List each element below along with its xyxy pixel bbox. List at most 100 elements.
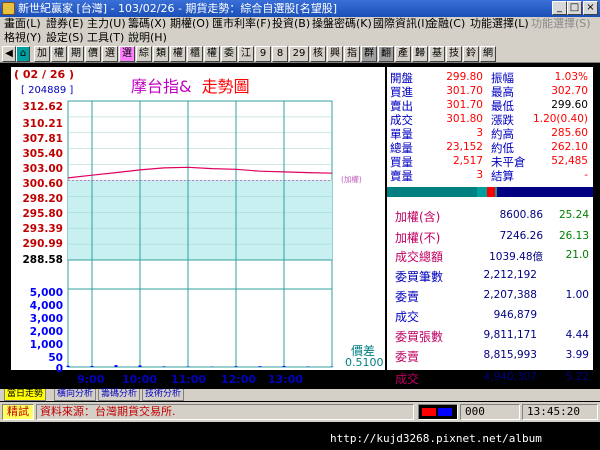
home-icon[interactable]: ⌂ (16, 46, 30, 62)
quote-value: 1.03% (554, 71, 588, 83)
signal-indicator (418, 404, 458, 420)
close-button[interactable]: × (583, 1, 598, 15)
toolbar-button-24[interactable]: 技 (446, 46, 462, 62)
order-label: 委買張數 (395, 330, 444, 344)
index-value: 1039.48億 (489, 251, 543, 263)
menu-bar: 畫面(L) 證券(E) 主力(U) 籌碼(X) 期權(O) 匯市利率(F) 投資… (0, 17, 600, 45)
price-tick: 298.20 (22, 193, 63, 205)
chart-panel: ( 02 / 26 ) [ 204889 ] 摩台指& 走勢圖 (加權) 312… (11, 67, 385, 375)
quote-value: 301.80 (446, 113, 483, 125)
index-change: 25.24 (558, 209, 589, 221)
order-value: 8,815,993 (483, 349, 537, 361)
menu-tools[interactable]: 工具(T) (87, 31, 124, 45)
volume-tick: 3,000 (29, 313, 63, 325)
menu-format[interactable]: 格視(Y) (4, 31, 41, 45)
menu-international[interactable]: 國際資訊(I) (373, 17, 429, 31)
order-value: 4,940,307 (483, 371, 537, 383)
minimize-button[interactable]: _ (552, 1, 567, 15)
signal-blue (438, 408, 452, 416)
volume-tick: 1,000 (29, 339, 63, 351)
toolbar-button-26[interactable]: 網 (480, 46, 496, 62)
toolbar-button-4[interactable]: 選 (102, 46, 118, 62)
menu-help[interactable]: 說明(H) (128, 31, 167, 45)
quote-value: 302.70 (551, 85, 588, 97)
toolbar-button-23[interactable]: 基 (429, 46, 445, 62)
menu-settings[interactable]: 設定(S) (46, 31, 84, 45)
menu-screen[interactable]: 畫面(L) (4, 17, 41, 31)
toolbar-button-11[interactable]: 委 (221, 46, 237, 62)
reference-fill (68, 180, 332, 260)
quote-value: 301.70 (446, 85, 483, 97)
quote-value: 52,485 (551, 155, 588, 167)
quote-value: 3 (476, 169, 483, 181)
record-count: 000 (460, 404, 520, 420)
price-tick: 307.81 (22, 133, 63, 145)
quote-value: - (584, 169, 588, 181)
toolbar-button-21[interactable]: 產 (395, 46, 411, 62)
menu-options[interactable]: 期權(O) (170, 17, 209, 31)
chart-title: 摩台指& 走勢圖 (131, 73, 250, 97)
index-label: 成交總額 (395, 250, 444, 264)
tab-intraday[interactable]: 當日走勢 (4, 389, 47, 401)
order-ratio: 1.00 (565, 289, 589, 301)
toolbar-button-8[interactable]: 權 (170, 46, 186, 62)
menu-forex[interactable]: 匯市利率(F) (212, 17, 271, 31)
menu-securities[interactable]: 證券(E) (46, 17, 84, 31)
toolbar-button-2[interactable]: 期 (68, 46, 84, 62)
menu-finance[interactable]: 金融(C) (427, 17, 465, 31)
volume-bar (234, 366, 238, 367)
tab-technical[interactable]: 技術分析 (142, 389, 185, 401)
toolbar-button-6[interactable]: 綜 (136, 46, 152, 62)
quote-value: 299.60 (551, 99, 588, 111)
toolbar-button-3[interactable]: 價 (85, 46, 101, 62)
menu-trading-code[interactable]: 操盤密碼(K) (312, 17, 372, 31)
toolbar-button-1[interactable]: 權 (51, 46, 67, 62)
toolbar-button-13[interactable]: 9 (255, 46, 271, 62)
toolbar-button-25[interactable]: 鈴 (463, 46, 479, 62)
toolbar-button-17[interactable]: 興 (327, 46, 343, 62)
toolbar: ◀ ⌂ 加 權 期 價 選 選 綜 類 權 櫃 權 委 江 9 8 29 核 興… (0, 45, 600, 63)
toolbar-button-5[interactable]: 選 (119, 46, 135, 62)
menu-function-l[interactable]: 功能選擇(L) (470, 17, 529, 31)
toolbar-button-19[interactable]: 群 (361, 46, 377, 62)
toolbar-button-9[interactable]: 櫃 (187, 46, 203, 62)
chart-date: ( 02 / 26 ) (14, 68, 75, 81)
toolbar-button-15[interactable]: 29 (289, 46, 309, 62)
quote-value: 2,517 (452, 155, 483, 167)
volume-bar (162, 366, 166, 367)
menu-function-s[interactable]: 功能選擇(S) (531, 17, 591, 31)
price-tick: 305.40 (22, 148, 63, 160)
toolbar-button-14[interactable]: 8 (272, 46, 288, 62)
toolbar-button-18[interactable]: 指 (344, 46, 360, 62)
order-ratio: 5.22 (565, 371, 589, 383)
menu-chips[interactable]: 籌碼(X) (128, 17, 166, 31)
quote-value: 285.60 (551, 127, 588, 139)
toolbar-arrow-icon[interactable]: ◀ (2, 46, 16, 62)
toolbar-button-20[interactable]: 翻 (378, 46, 394, 62)
volume-bar (258, 366, 262, 367)
tab-horizontal[interactable]: 橫向分析 (54, 389, 97, 401)
toolbar-button-16[interactable]: 核 (310, 46, 326, 62)
app-icon (2, 2, 15, 15)
signal-red (422, 408, 436, 416)
toolbar-button-0[interactable]: 加 (34, 46, 50, 62)
time-tick: 11:00 (171, 373, 207, 386)
order-ratio: 3.99 (565, 349, 589, 361)
tab-chips[interactable]: 籌碼分析 (98, 389, 141, 401)
price-tick: 303.00 (22, 163, 63, 175)
menu-invest[interactable]: 投資(B) (272, 17, 310, 31)
order-label: 委買筆數 (395, 270, 444, 284)
volume-tick: 5,000 (29, 287, 63, 299)
toolbar-button-10[interactable]: 權 (204, 46, 220, 62)
volume-bar (138, 365, 142, 367)
toolbar-button-22[interactable]: 歸 (412, 46, 428, 62)
toolbar-button-12[interactable]: 江 (238, 46, 254, 62)
volume-bar (114, 365, 118, 367)
menu-main-force[interactable]: 主力(U) (87, 17, 126, 31)
window-title: 新世紀贏家 [台灣] - 103/02/26 - 期貨走勢：綜合自選股[名望股] (18, 2, 337, 15)
trend-chart (66, 100, 334, 368)
toolbar-button-7[interactable]: 類 (153, 46, 169, 62)
volume-bar (90, 366, 94, 367)
maximize-button[interactable]: □ (567, 1, 582, 15)
mode-indicator: 精試 (2, 404, 34, 420)
